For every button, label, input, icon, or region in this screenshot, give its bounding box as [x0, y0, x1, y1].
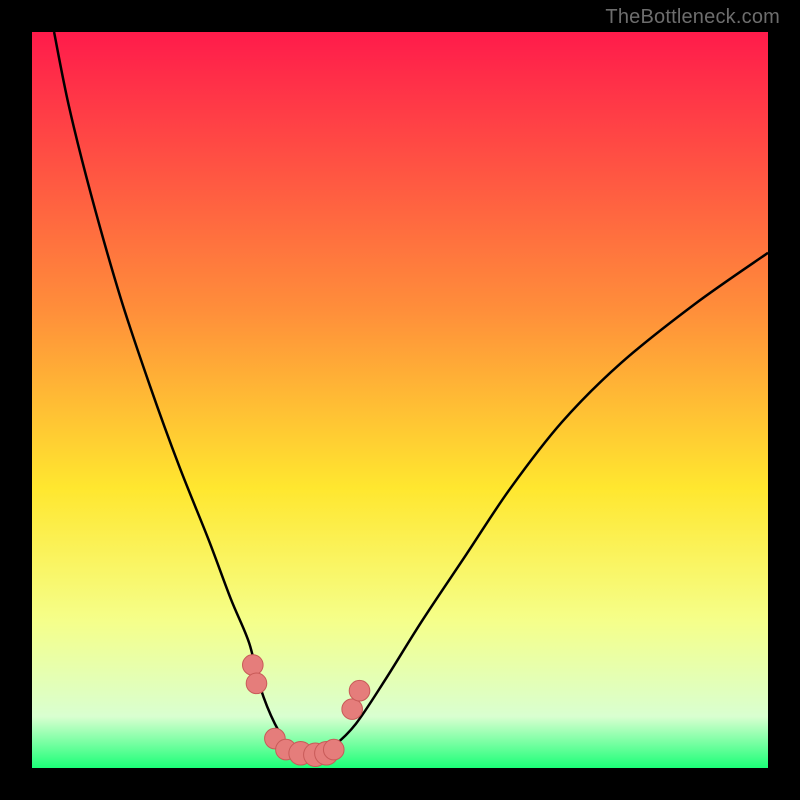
point-j	[349, 680, 370, 701]
bottleneck-chart	[32, 32, 768, 768]
point-a	[243, 655, 264, 676]
point-i	[342, 699, 363, 720]
point-h	[323, 739, 344, 760]
point-b	[246, 673, 267, 694]
watermark-text: TheBottleneck.com	[605, 6, 780, 29]
chart-frame: TheBottleneck.com	[0, 0, 800, 800]
